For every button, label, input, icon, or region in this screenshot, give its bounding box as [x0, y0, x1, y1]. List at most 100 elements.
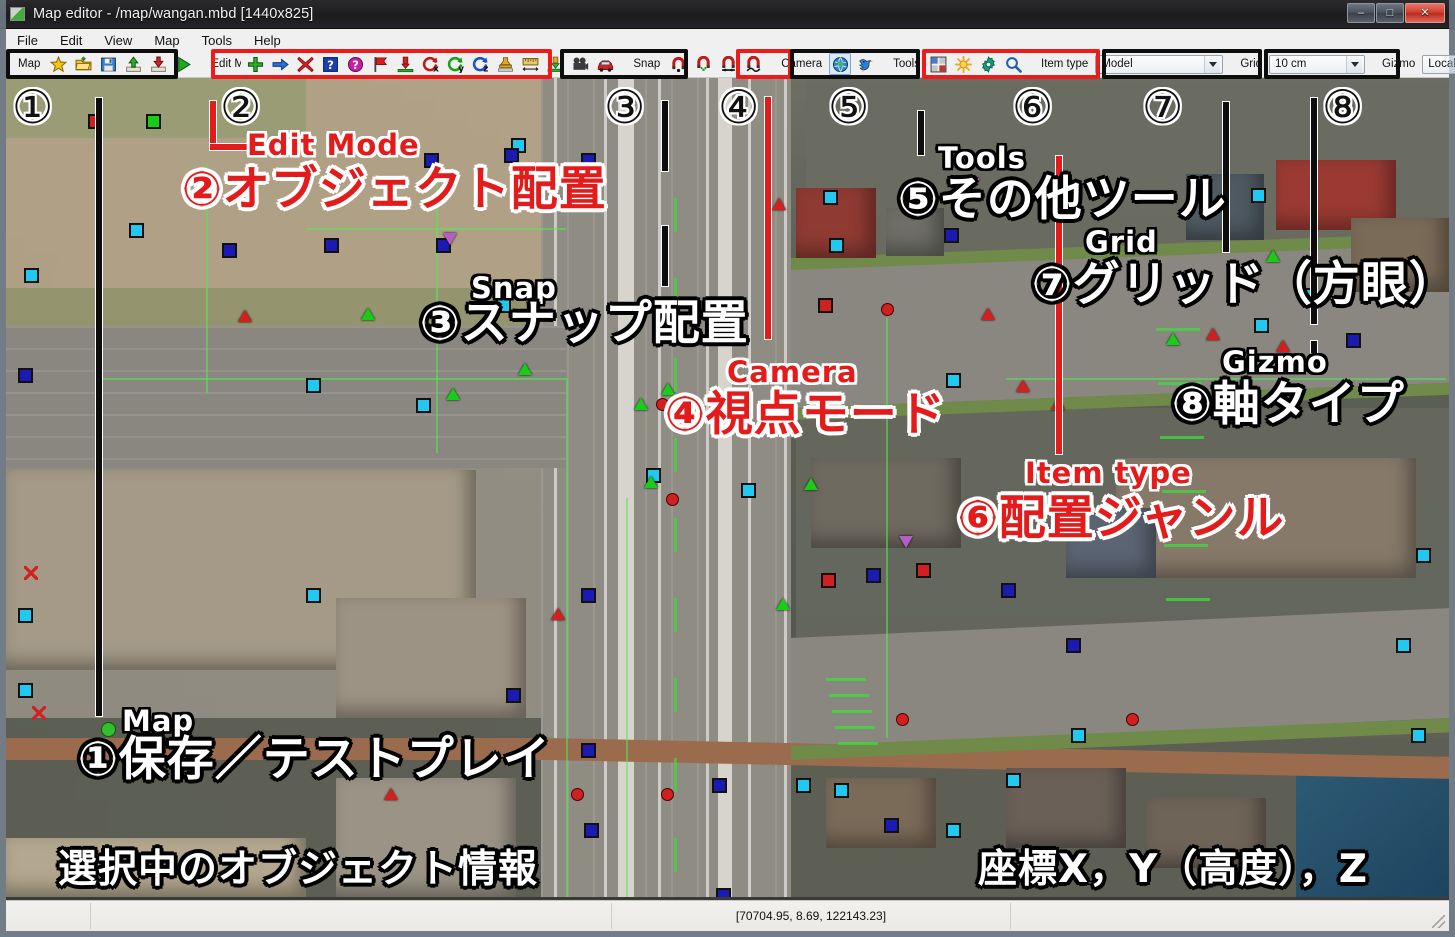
editor-guide-line — [886, 318, 888, 738]
menu-file[interactable]: File — [6, 30, 49, 51]
traffic-flow-arrow — [674, 198, 677, 232]
object-marker-square — [1411, 728, 1426, 743]
traffic-flow-arrow — [1164, 544, 1208, 547]
object-marker-triangle — [384, 788, 398, 800]
resize-grip-icon[interactable] — [1432, 915, 1445, 928]
item-type-select[interactable]: Model — [1095, 54, 1224, 74]
traffic-flow-arrow — [1158, 382, 1202, 385]
traffic-flow-arrow — [674, 678, 677, 712]
save-floppy-icon[interactable] — [97, 53, 119, 75]
traffic-flow-arrow — [1160, 436, 1204, 439]
camera-globe-icon[interactable] — [829, 53, 852, 75]
tools-sun-light-icon[interactable] — [952, 53, 974, 75]
snap-magnet-curve-icon[interactable] — [742, 53, 764, 75]
object-marker-square — [201, 183, 216, 198]
traffic-flow-arrow — [1166, 598, 1210, 601]
measure-ruler-icon[interactable] — [519, 53, 541, 75]
menu-map[interactable]: Map — [143, 30, 190, 51]
object-marker-square — [821, 573, 836, 588]
delete-cross-icon[interactable] — [294, 53, 316, 75]
toolbar-group-map[interactable]: Map — [12, 52, 197, 76]
status-cell-left — [6, 901, 90, 932]
snap-magnet-icon[interactable] — [667, 53, 689, 75]
maximize-button[interactable]: □ — [1376, 3, 1404, 23]
object-marker-square — [424, 153, 439, 168]
tools-grid-palette-icon[interactable] — [927, 53, 949, 75]
traffic-flow-arrow — [674, 838, 677, 872]
tools-gear-icon[interactable] — [977, 53, 999, 75]
map-viewport-3d[interactable] — [6, 78, 1449, 897]
menu-help[interactable]: Help — [243, 30, 292, 51]
object-marker-square — [741, 483, 756, 498]
drop-to-ground-icon[interactable] — [394, 53, 416, 75]
object-marker-triangle — [446, 388, 460, 400]
object-marker-square — [306, 378, 321, 393]
minimize-button[interactable]: – — [1347, 3, 1375, 23]
gizmo-select[interactable]: Local — [1422, 54, 1455, 74]
object-marker-x — [32, 706, 46, 720]
window-controls[interactable]: – □ ✕ — [1347, 3, 1445, 23]
menu-tools[interactable]: Tools — [191, 30, 243, 51]
menu-view[interactable]: View — [93, 30, 143, 51]
object-marker-square — [834, 783, 849, 798]
chevron-down-icon[interactable] — [1346, 55, 1363, 73]
traffic-flow-arrow — [1162, 490, 1206, 493]
object-marker-circle — [881, 303, 894, 316]
title-bar[interactable]: Map editor - /map/wangan.mbd [1440x825] … — [0, 0, 1455, 29]
traffic-flow-arrow — [829, 694, 869, 697]
toolbar-group-gizmo[interactable]: Gizmo Local — [1376, 52, 1455, 76]
rotate-y-icon[interactable]: y — [444, 53, 466, 75]
close-button[interactable]: ✕ — [1405, 3, 1445, 23]
object-marker-square — [712, 778, 727, 793]
new-map-star-icon[interactable] — [47, 53, 69, 75]
object-marker-square — [18, 368, 33, 383]
item-type-value: Model — [1101, 58, 1133, 70]
move-arrow-icon[interactable] — [269, 53, 291, 75]
add-object-plus-icon[interactable] — [244, 53, 266, 75]
toolbar-group-edit-mode[interactable]: Edit Mode ? ? x — [205, 52, 619, 76]
flag-red-icon[interactable] — [369, 53, 391, 75]
object-marker-square — [823, 190, 838, 205]
info-blue-question-icon[interactable]: ? — [319, 53, 341, 75]
object-marker-circle — [656, 398, 669, 411]
traffic-flow-arrow — [674, 758, 677, 792]
rotate-x-icon[interactable]: x — [419, 53, 441, 75]
camera-object-icon[interactable] — [569, 53, 591, 75]
stamp-icon[interactable] — [494, 53, 516, 75]
menu-edit[interactable]: Edit — [49, 30, 93, 51]
object-marker-square — [581, 743, 596, 758]
object-marker-square — [306, 588, 321, 603]
building — [1006, 768, 1126, 848]
camera-bird-icon[interactable] — [854, 53, 876, 75]
object-marker-triangle — [966, 178, 980, 190]
snap-magnet-line-icon[interactable] — [717, 53, 739, 75]
tools-magnifier-icon[interactable] — [1002, 53, 1024, 75]
toolbar-group-grid[interactable]: Grid 10 cm — [1234, 52, 1368, 76]
toolbar-group-snap[interactable]: Snap — [627, 52, 767, 76]
toolbar-group-tools-label: Tools — [893, 58, 920, 70]
building — [1116, 458, 1416, 578]
traffic-flow-arrow — [674, 598, 677, 632]
menu-bar[interactable]: File Edit View Map Tools Help — [6, 29, 1449, 52]
editor-guide-line — [436, 163, 438, 453]
grid-select[interactable]: 10 cm — [1269, 54, 1366, 74]
toolbar-group-camera-label: Camera — [781, 58, 823, 70]
toolbar-group-camera[interactable]: Camera — [775, 52, 879, 76]
help-purple-question-icon[interactable]: ? — [344, 53, 366, 75]
rotate-z-icon[interactable]: z — [469, 53, 491, 75]
traffic-flow-arrow — [835, 726, 875, 729]
play-testplay-icon[interactable] — [172, 53, 194, 75]
upload-icon[interactable] — [122, 53, 144, 75]
object-marker-square — [884, 818, 899, 833]
toolbar[interactable]: Map Edit Mode — [6, 51, 1455, 78]
snap-magnet-add-icon[interactable] — [692, 53, 714, 75]
height-pin-icon[interactable] — [544, 53, 566, 75]
open-folder-icon[interactable] — [72, 53, 94, 75]
chevron-down-icon[interactable] — [1204, 55, 1221, 73]
vehicle-car-icon[interactable] — [594, 53, 616, 75]
toolbar-group-tools[interactable]: Tools — [887, 52, 1027, 76]
building — [1146, 798, 1266, 868]
toolbar-group-item-type[interactable]: Item type Model — [1035, 52, 1226, 76]
grid-label: Grid — [1240, 58, 1263, 70]
download-icon[interactable] — [147, 53, 169, 75]
